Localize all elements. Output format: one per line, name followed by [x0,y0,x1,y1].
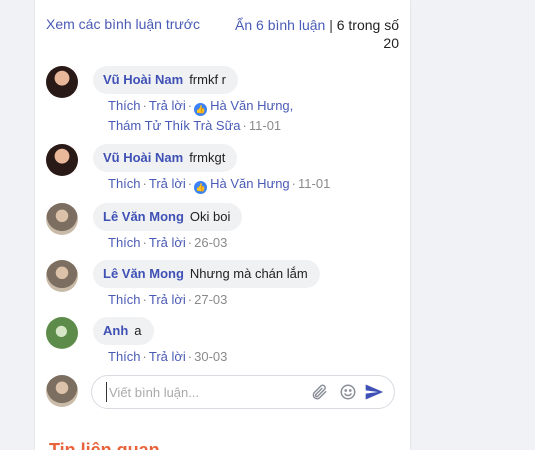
comment-text: frmkf r [189,72,227,87]
comment-text: frmkgt [189,150,226,165]
avatar[interactable] [46,317,78,349]
comment-time: 11-01 [248,118,282,133]
like-button[interactable]: Thích [108,235,141,250]
comment-author[interactable]: Lê Văn Mong [103,266,184,281]
comment-author[interactable]: Vũ Hoài Nam [103,150,183,165]
hide-comments-link[interactable]: Ẩn 6 bình luận [235,17,325,33]
like-button[interactable]: Thích [108,176,141,191]
comment-actions: Thích · Trả lời · 👍 Hà Văn Hưng, Thám Tử Thík… [108,98,294,133]
comment-bubble: Lê Văn Mong Nhưng mà chán lắm [93,260,320,288]
comments-count-area: Ẩn 6 bình luận | 6 trong số 20 [229,16,399,52]
avatar[interactable] [46,260,78,292]
like-button[interactable]: Thích [108,98,141,113]
comment-input[interactable] [106,382,299,402]
comment-text: Nhưng mà chán lắm [189,266,308,281]
comment-bubble: Lê Văn Mong Oki boi [93,203,243,231]
comment-bubble: Anh a [93,317,154,345]
avatar [46,375,78,407]
avatar[interactable] [46,144,78,176]
related-news-title: Tin liên quan [49,440,160,450]
comment-time: 26-03 [194,235,228,250]
comment-text: Oki boi [189,209,231,224]
reply-button[interactable]: Trả lời [149,292,186,307]
like-button[interactable]: Thích [108,292,141,307]
comment-actions: Thích · Trả lời · 26-03 [108,235,228,250]
separator: | [329,17,333,33]
comment-time: 11-01 [298,176,331,191]
comments-card: Xem các bình luận trước Ẩn 6 bình luận |… [35,0,410,450]
comment-input-box [91,375,395,409]
emoji-icon[interactable] [339,383,357,401]
comment-actions: Thích · Trả lời · 👍 Hà Văn Hưng · 11-01 [108,176,331,194]
comment-actions: Thích · Trả lời · 30-03 [108,349,228,364]
comments-count: 6 trong số 20 [336,17,399,51]
reply-button[interactable]: Trả lời [149,235,186,250]
avatar[interactable] [46,66,78,98]
likers-list[interactable]: Hà Văn Hưng, [210,98,293,113]
paperclip-icon[interactable] [310,383,328,401]
avatar[interactable] [46,203,78,235]
view-previous-comments-link[interactable]: Xem các bình luận trước [46,16,200,32]
comment-author[interactable]: Anh [103,323,128,338]
comment-composer [46,375,401,409]
comment-time: 27-03 [194,292,228,307]
reply-button[interactable]: Trả lời [149,98,186,113]
comment-text: a [134,323,142,338]
comment-bubble: Vũ Hoài Nam frmkf r [93,66,239,94]
likers-list[interactable]: Thám Tử Thík Trà Sữa [108,118,241,133]
comment-author[interactable]: Vũ Hoài Nam [103,72,183,87]
thumbs-up-icon: 👍 [194,103,208,116]
comment-bubble: Vũ Hoài Nam frmkgt [93,144,238,172]
like-button[interactable]: Thích [108,349,141,364]
reply-button[interactable]: Trả lời [149,176,186,191]
comment-author[interactable]: Lê Văn Mong [103,209,184,224]
comment-actions: Thích · Trả lời · 27-03 [108,292,228,307]
likers-list[interactable]: Hà Văn Hưng [210,176,290,191]
comment-time: 30-03 [194,349,228,364]
thumbs-up-icon: 👍 [194,181,208,194]
send-icon[interactable] [364,382,384,400]
reply-button[interactable]: Trả lời [149,349,186,364]
